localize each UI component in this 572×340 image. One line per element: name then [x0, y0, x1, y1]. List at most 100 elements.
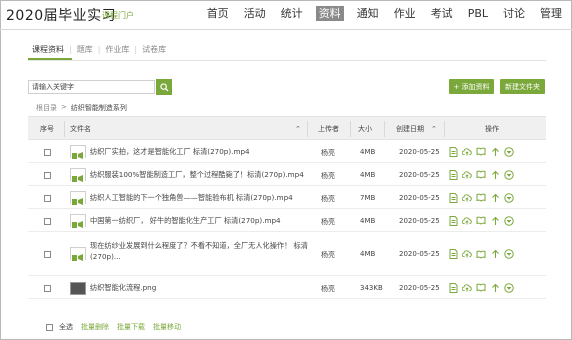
nav-pbl[interactable]: PBL	[466, 6, 490, 21]
chevron-down-circle-icon[interactable]	[504, 215, 514, 226]
doc-icon[interactable]	[448, 215, 458, 226]
tab-course-materials[interactable]: 课程资料	[32, 44, 64, 55]
row-actions	[448, 282, 514, 293]
header-size: 大小	[358, 125, 372, 133]
nav-home[interactable]: 首页	[205, 6, 231, 21]
select-all-label: 全选	[59, 323, 73, 331]
nav-activities[interactable]: 活动	[242, 6, 268, 21]
created-date: 2020-05-25	[399, 193, 440, 202]
cloud-upload-icon[interactable]	[462, 193, 472, 203]
row-checkbox[interactable]	[44, 148, 51, 156]
row-checkbox[interactable]	[44, 194, 51, 202]
uploader: 杨亮	[321, 217, 335, 226]
chevron-down-circle-icon[interactable]	[504, 146, 514, 157]
batch-delete-link[interactable]: 批量删除	[81, 322, 109, 332]
book-icon[interactable]	[476, 170, 486, 180]
video-file-icon[interactable]	[70, 167, 86, 184]
book-icon[interactable]	[476, 193, 486, 203]
created-date: 2020-05-25	[399, 170, 440, 179]
video-file-icon[interactable]	[70, 190, 86, 207]
header-divider	[64, 121, 65, 137]
nav-manage[interactable]: 管理	[538, 6, 564, 21]
book-icon[interactable]	[476, 249, 486, 259]
search-input[interactable]	[28, 80, 155, 94]
tab-exam-bank[interactable]: 试卷库	[142, 44, 166, 55]
file-size: 7MB	[360, 193, 376, 202]
tab-homework-bank[interactable]: 作业库	[105, 44, 129, 55]
file-name[interactable]: 纺织服装100%智能制造工厂，整个过程酷毙了！标清(270p).mp4	[90, 169, 330, 180]
download-icon[interactable]	[490, 193, 500, 203]
nav-discussion[interactable]: 讨论	[501, 6, 527, 21]
nav-exams[interactable]: 考试	[429, 6, 455, 21]
sort-date-icon[interactable]: ⌃	[431, 125, 437, 133]
chevron-down-circle-icon[interactable]	[504, 249, 514, 259]
book-icon[interactable]	[476, 216, 486, 226]
select-all-checkbox[interactable]	[46, 323, 53, 331]
file-name[interactable]: 中国第一纺织厂， 好牛的智能化生产工厂 标清(270p).mp4	[90, 215, 330, 226]
row-checkbox[interactable]	[44, 217, 51, 225]
cloud-upload-icon[interactable]	[462, 147, 472, 157]
row-checkbox[interactable]	[44, 284, 51, 292]
cloud-upload-icon[interactable]	[462, 249, 472, 259]
main-nav: 首页 活动 统计 资料 通知 作业 考试 PBL 讨论 管理	[194, 6, 564, 21]
row-actions	[448, 249, 514, 259]
book-icon[interactable]	[476, 147, 486, 157]
header-divider	[0, 29, 572, 30]
tab-question-bank[interactable]: 题库	[77, 44, 93, 55]
created-date: 2020-05-25	[399, 147, 440, 156]
video-file-icon[interactable]	[70, 213, 86, 230]
file-size: 4MB	[360, 147, 376, 156]
cloud-upload-icon[interactable]	[462, 283, 472, 293]
file-name[interactable]: 纺织智能化流程.png	[90, 282, 330, 293]
image-thumbnail[interactable]	[70, 281, 86, 295]
search-button[interactable]	[156, 79, 172, 95]
video-file-icon[interactable]	[70, 247, 86, 263]
row-actions	[448, 215, 514, 226]
download-icon[interactable]	[490, 216, 500, 226]
nav-materials[interactable]: 资料	[315, 6, 344, 21]
download-icon[interactable]	[490, 147, 500, 157]
breadcrumb-separator: >	[61, 103, 67, 111]
row-checkbox[interactable]	[44, 251, 51, 258]
download-icon[interactable]	[490, 170, 500, 180]
file-name[interactable]: 纺织人工智能的下一个独角兽——智能验布机 标清(270p).mp4	[90, 192, 330, 203]
nav-statistics[interactable]: 统计	[279, 6, 305, 21]
cloud-upload-icon[interactable]	[462, 170, 472, 180]
book-icon[interactable]	[476, 283, 486, 293]
batch-download-link[interactable]: 批量下载	[117, 322, 145, 332]
doc-icon[interactable]	[448, 146, 458, 157]
tab-separator: |	[69, 45, 72, 54]
breadcrumb-root[interactable]: 根目录	[36, 103, 57, 113]
new-folder-button[interactable]: 新建文件夹	[500, 79, 545, 94]
search-icon	[159, 82, 169, 92]
chevron-down-circle-icon[interactable]	[504, 282, 514, 293]
header-date[interactable]: 创建日期	[396, 117, 424, 141]
download-icon[interactable]	[490, 283, 500, 293]
created-date: 2020-05-25	[399, 283, 440, 292]
download-icon[interactable]	[490, 249, 500, 259]
doc-icon[interactable]	[448, 169, 458, 180]
chevron-down-circle-icon[interactable]	[504, 169, 514, 180]
file-size: 4MB	[360, 250, 376, 258]
course-portal-link[interactable]: 课程门户	[102, 10, 134, 21]
sort-filename-icon[interactable]: ⌃	[295, 125, 301, 133]
batch-move-link[interactable]: 批量移动	[153, 322, 181, 332]
doc-icon[interactable]	[448, 249, 458, 259]
chevron-down-circle-icon[interactable]	[504, 192, 514, 203]
nav-notices[interactable]: 通知	[355, 6, 381, 21]
table-row: 纺织人工智能的下一个独角兽——智能验布机 标清(270p).mp4 杨亮 7MB 20…	[28, 186, 546, 209]
doc-icon[interactable]	[448, 282, 458, 293]
row-actions	[448, 169, 514, 180]
row-checkbox[interactable]	[44, 171, 51, 179]
file-size: 4MB	[360, 216, 376, 225]
file-name[interactable]: 现在纺纱业发展到什么程度了？不看不知道，全厂无人化操作！ 标清(270p)...	[90, 240, 318, 262]
nav-homework[interactable]: 作业	[392, 6, 418, 21]
doc-icon[interactable]	[448, 192, 458, 203]
header-filename[interactable]: 文件名	[70, 117, 91, 141]
cloud-upload-icon[interactable]	[462, 216, 472, 226]
batch-actions: 全选 批量删除 批量下载 批量移动	[46, 322, 181, 332]
add-material-button[interactable]: + 添加资料	[449, 79, 494, 94]
materials-table: 序号 文件名 ⌃ 上传者 大小 创建日期 ⌃ 操作 纺织厂实拍，这才是智能化工厂…	[28, 116, 546, 299]
video-file-icon[interactable]	[70, 144, 86, 161]
file-name[interactable]: 纺织厂实拍，这才是智能化工厂 标清(270p).mp4	[90, 146, 330, 157]
